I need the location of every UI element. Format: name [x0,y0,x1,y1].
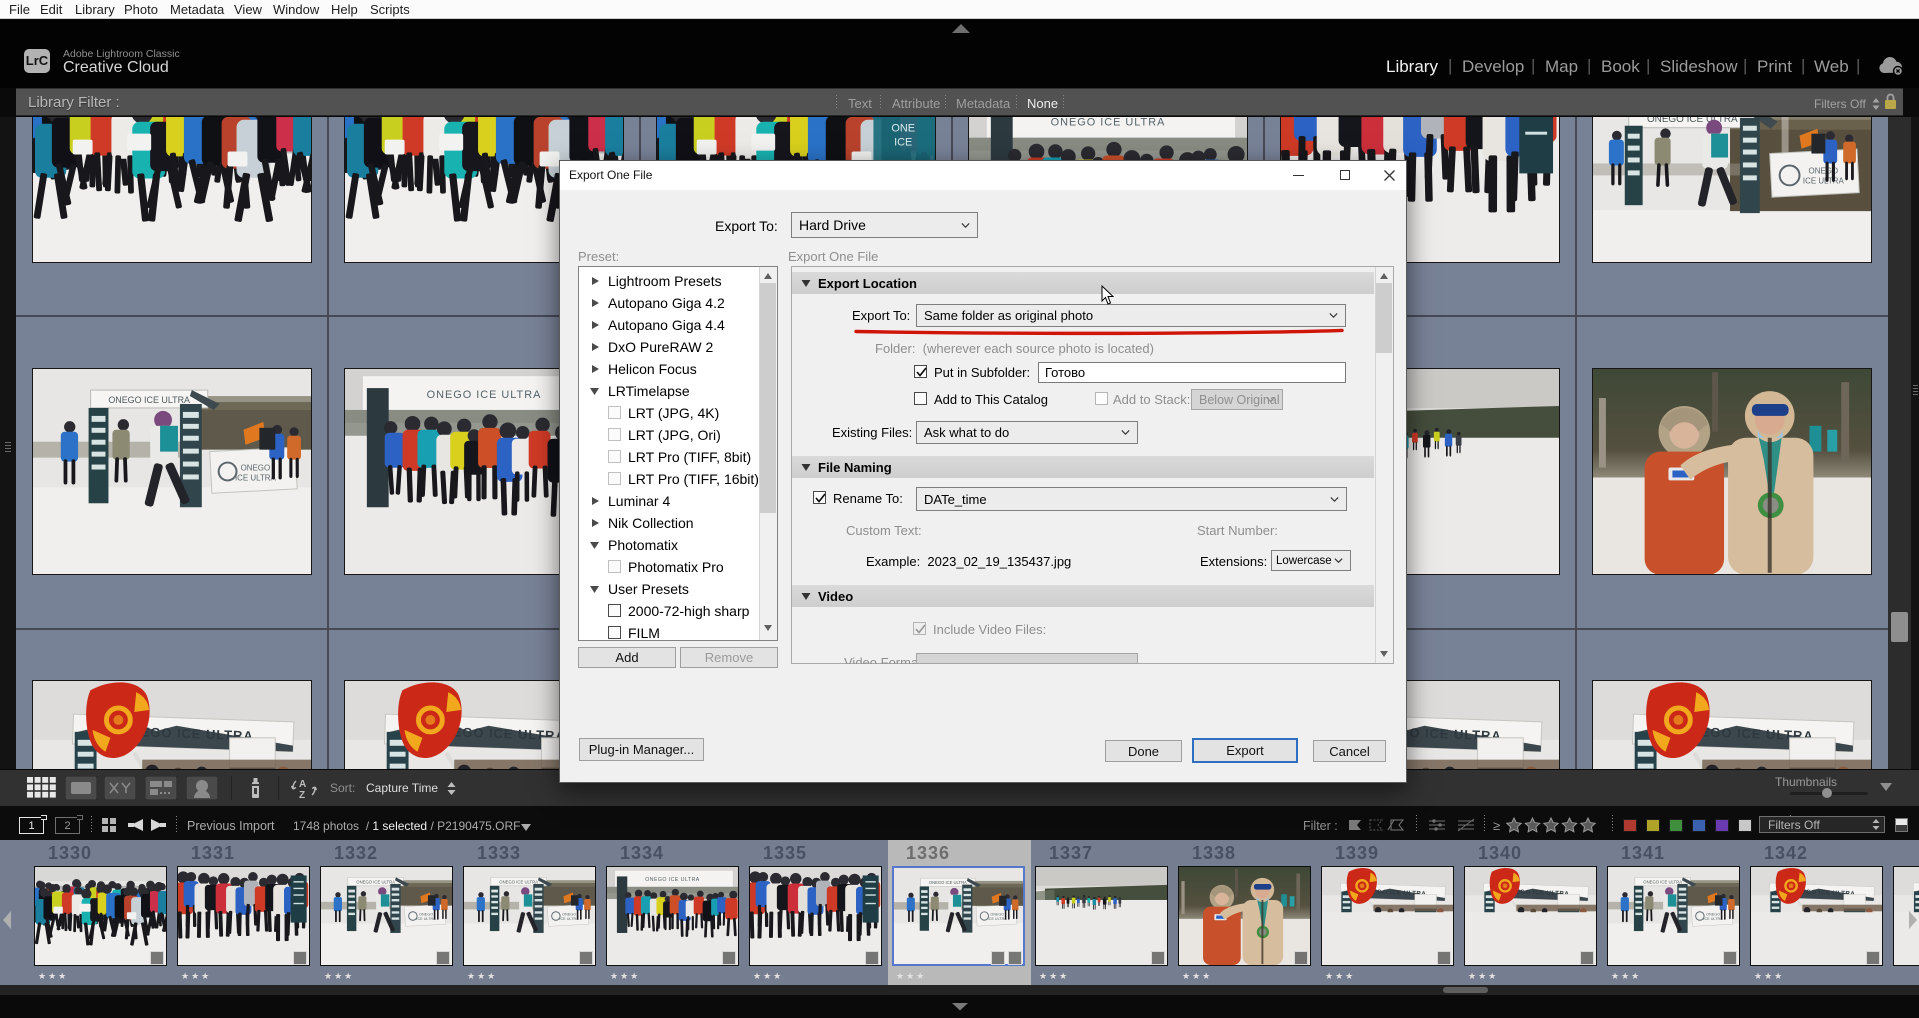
svg-text:A: A [299,779,306,790]
svg-text:Z: Z [299,790,305,799]
